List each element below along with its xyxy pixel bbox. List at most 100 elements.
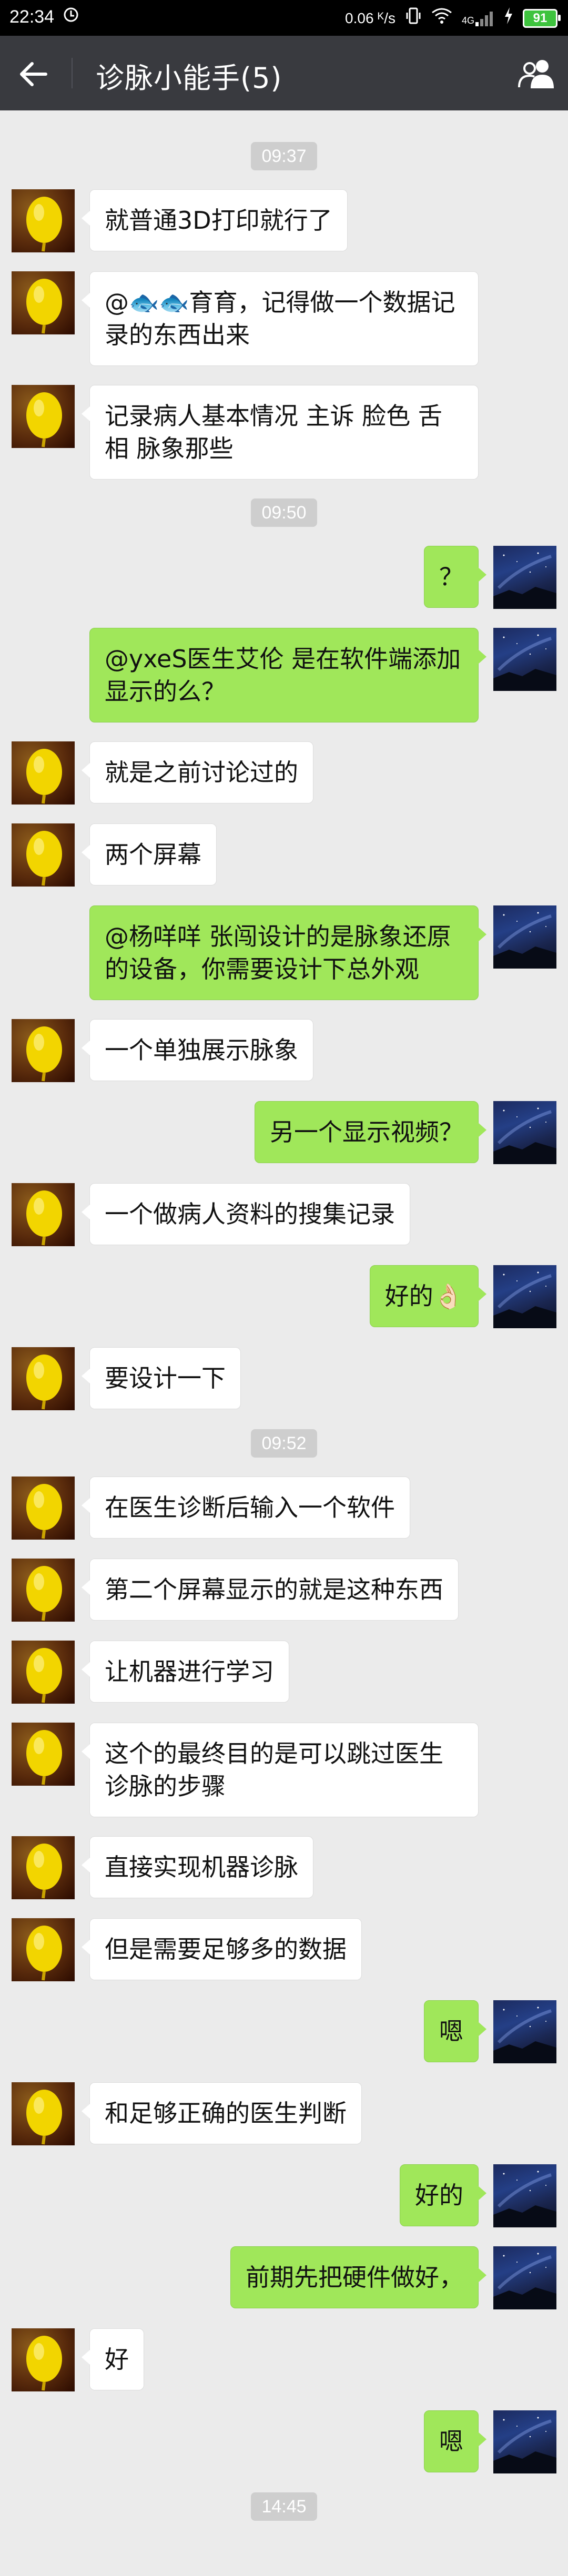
timestamp: 09:50 [0, 498, 568, 527]
timestamp: 09:52 [0, 1429, 568, 1458]
status-bar: 22:34 0.06 ᴷ/s 4G 91 [0, 0, 568, 36]
outgoing-message[interactable]: @yxeS医生艾伦 是在软件端添加显示的么？ [89, 628, 486, 722]
timestamp-label: 09:37 [251, 142, 317, 170]
incoming-message[interactable]: 好 [82, 2328, 144, 2390]
lemon-icon [26, 1926, 62, 1981]
incoming-message[interactable]: 让机器进行学习 [82, 1641, 289, 1703]
battery-level: 91 [533, 11, 547, 25]
message-row: @杨咩咩 张闯设计的是脉象还原的设备，你需要设计下总外观 [0, 905, 568, 1000]
my-avatar[interactable] [493, 2246, 556, 2309]
message-row: 直接实现机器诊脉 [0, 1836, 568, 1899]
night-sky-icon [493, 2171, 556, 2227]
incoming-message[interactable]: 要设计一下 [82, 1347, 241, 1409]
outgoing-message[interactable]: ？ [424, 546, 486, 608]
lemon-icon [26, 2090, 62, 2145]
timestamp: 14:45 [0, 2492, 568, 2521]
timestamp-label: 09:52 [251, 1429, 317, 1458]
message-row: 让机器进行学习 [0, 1641, 568, 1704]
sender-avatar[interactable] [12, 1836, 75, 1899]
sender-avatar[interactable] [12, 189, 75, 252]
signal-icon: 4G [462, 11, 494, 26]
lemon-icon [26, 1026, 62, 1082]
timestamp: 09:37 [0, 142, 568, 170]
outgoing-message[interactable]: 另一个显示视频？ [255, 1101, 486, 1163]
lemon-icon [26, 1566, 62, 1621]
message-row: 嗯 [0, 2410, 568, 2473]
sender-avatar[interactable] [12, 741, 75, 805]
message-row: 和足够正确的医生判断 [0, 2082, 568, 2145]
sender-avatar[interactable] [12, 1918, 75, 1981]
incoming-message[interactable]: 一个单独展示脉象 [82, 1019, 313, 1081]
message-row: 一个做病人资料的搜集记录 [0, 1183, 568, 1246]
my-avatar[interactable] [493, 1101, 556, 1164]
incoming-message[interactable]: 直接实现机器诊脉 [82, 1836, 313, 1898]
vibrate-icon [405, 6, 422, 30]
charging-icon [504, 7, 513, 29]
lemon-icon [26, 1355, 62, 1410]
lemon-icon [26, 1648, 62, 1703]
battery-icon: 91 [523, 8, 561, 28]
outgoing-message[interactable]: @杨咩咩 张闯设计的是脉象还原的设备，你需要设计下总外观 [89, 905, 486, 1000]
sender-avatar[interactable] [12, 1477, 75, 1540]
message-row: 就普通3D打印就行了 [0, 189, 568, 252]
outgoing-message[interactable]: 嗯 [424, 2410, 486, 2472]
sender-avatar[interactable] [12, 1183, 75, 1246]
sender-avatar[interactable] [12, 1347, 75, 1410]
message-row: 好 [0, 2328, 568, 2391]
incoming-message[interactable]: 第二个屏幕显示的就是这种东西 [82, 1559, 459, 1621]
sender-avatar[interactable] [12, 2328, 75, 2391]
outgoing-message[interactable]: 好的 [400, 2164, 486, 2226]
my-avatar[interactable] [493, 905, 556, 969]
sender-avatar[interactable] [12, 271, 75, 334]
night-sky-icon [493, 2253, 556, 2309]
arrow-left-icon [20, 62, 47, 86]
incoming-message[interactable]: 在医生诊断后输入一个软件 [82, 1477, 410, 1539]
message-row: 但是需要足够多的数据 [0, 1918, 568, 1981]
sender-avatar[interactable] [12, 1559, 75, 1622]
chat-title: 诊脉小能手(5) [96, 62, 282, 95]
lemon-icon [26, 1730, 62, 1785]
sender-avatar[interactable] [12, 2082, 75, 2145]
group-info-button[interactable] [516, 54, 559, 94]
incoming-message[interactable]: 就普通3D打印就行了 [82, 189, 348, 251]
message-row: 两个屏幕 [0, 823, 568, 887]
my-avatar[interactable] [493, 2000, 556, 2063]
my-avatar[interactable] [493, 2164, 556, 2227]
incoming-message[interactable]: 两个屏幕 [82, 823, 217, 885]
timestamp-label: 09:50 [251, 498, 317, 527]
message-row: 第二个屏幕显示的就是这种东西 [0, 1559, 568, 1622]
incoming-message[interactable]: @🐟🐟育育，记得做一个数据记录的东西出来 [82, 271, 479, 366]
my-avatar[interactable] [493, 1265, 556, 1328]
sender-avatar[interactable] [12, 1723, 75, 1786]
sender-avatar[interactable] [12, 823, 75, 887]
message-row: 另一个显示视频？ [0, 1101, 568, 1164]
message-row: 好的👌🏻 [0, 1265, 568, 1328]
status-time: 22:34 [9, 7, 55, 27]
message-row: 一个单独展示脉象 [0, 1019, 568, 1082]
signal-label: 4G [461, 15, 474, 26]
my-avatar[interactable] [493, 2410, 556, 2473]
outgoing-message[interactable]: 好的👌🏻 [369, 1265, 487, 1327]
my-avatar[interactable] [493, 546, 556, 609]
lemon-icon [26, 392, 62, 447]
sender-avatar[interactable] [12, 385, 75, 448]
my-avatar[interactable] [493, 628, 556, 691]
message-row: 这个的最终目的是可以跳过医生诊脉的步骤 [0, 1723, 568, 1817]
incoming-message[interactable]: 和足够正确的医生判断 [82, 2082, 362, 2144]
chat-header: 诊脉小能手(5) [0, 36, 568, 110]
incoming-message[interactable]: 记录病人基本情况 主诉 脸色 舌相 脉象那些 [82, 385, 479, 480]
incoming-message[interactable]: 就是之前讨论过的 [82, 741, 313, 803]
wifi-icon [431, 7, 452, 29]
sender-avatar[interactable] [12, 1019, 75, 1082]
lemon-icon [26, 749, 62, 804]
message-row: 嗯 [0, 2000, 568, 2063]
outgoing-message[interactable]: 前期先把硬件做好， [230, 2246, 486, 2308]
outgoing-message[interactable]: 嗯 [424, 2000, 486, 2062]
back-button[interactable] [15, 56, 52, 93]
incoming-message[interactable]: 这个的最终目的是可以跳过医生诊脉的步骤 [82, 1723, 479, 1817]
night-sky-icon [493, 2417, 556, 2473]
incoming-message[interactable]: 但是需要足够多的数据 [82, 1918, 362, 1980]
sender-avatar[interactable] [12, 1641, 75, 1704]
incoming-message[interactable]: 一个做病人资料的搜集记录 [82, 1183, 410, 1245]
message-row: 前期先把硬件做好， [0, 2246, 568, 2309]
